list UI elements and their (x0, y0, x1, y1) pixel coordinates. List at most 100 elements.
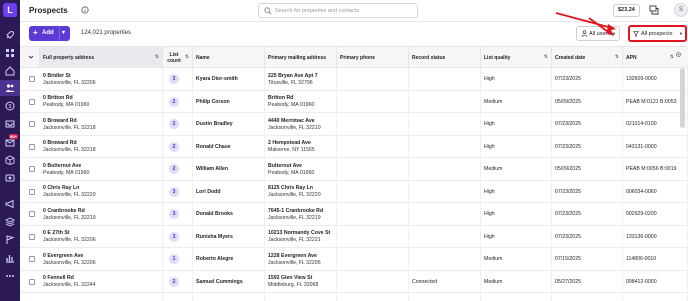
list-count-badge[interactable]: 2 (169, 276, 179, 287)
apn-text: 132609-0000 (626, 76, 657, 82)
table-row[interactable]: 0 Gillespie Ave 127 Orange Dale Ave (20, 293, 688, 301)
address-street[interactable]: 0 E 27th St (43, 230, 162, 236)
info-icon[interactable] (81, 6, 89, 14)
user-avatar[interactable]: S (674, 3, 688, 17)
grid-icon[interactable] (0, 45, 20, 61)
property-address-cell: 0 Broward Rd Jacksonville, FL 32218 (40, 135, 163, 158)
address-street[interactable]: 0 Bridler St (43, 73, 162, 79)
column-header-created-date[interactable]: Created date ⇅ (552, 47, 623, 68)
table-row[interactable]: 0 Chris Ray Ln Jacksonville, FL 32220 3 Lor… (20, 180, 688, 203)
name-text[interactable]: Ronald Chase (196, 144, 264, 150)
address-street[interactable]: 0 Broward Rd (43, 140, 162, 146)
prospects-filter-dropdown[interactable]: All prospects ▼ (628, 25, 687, 42)
list-count-badge[interactable]: 2 (169, 141, 179, 152)
table-row[interactable]: 0 E 27th St Jacksonville, FL 32206 3 Runish… (20, 225, 688, 248)
column-header-name[interactable]: Name (193, 47, 265, 68)
name-text[interactable]: Lori Dodd (196, 189, 264, 195)
sort-icon[interactable]: ⇅ (185, 54, 189, 60)
address-street[interactable]: 0 Fennell Rd (43, 275, 162, 281)
chat-icon[interactable] (649, 5, 659, 15)
chart-icon[interactable] (0, 250, 20, 266)
name-text[interactable]: Donald Brooks (196, 211, 264, 217)
column-header-mailing[interactable]: Primary mailing address (265, 47, 337, 68)
row-checkbox[interactable] (29, 278, 35, 285)
row-checkbox[interactable] (29, 98, 35, 105)
status-cell (409, 293, 481, 301)
table-row[interactable]: 0 Broward Rd Jacksonville, FL 32218 2 Ronal… (20, 135, 688, 158)
table-row[interactable]: 0 Broward Rd Jacksonville, FL 32218 2 Dusti… (20, 113, 688, 136)
column-header-record-status[interactable]: Record status (409, 47, 481, 68)
name-text[interactable]: Dustin Bradley (196, 121, 264, 127)
name-text[interactable]: Samuel Cummings (196, 279, 264, 285)
table-row[interactable]: 0 Cranbrooke Rd Jacksonville, FL 32219 3 Do… (20, 203, 688, 226)
list-count-badge[interactable]: 3 (169, 231, 179, 242)
list-count-badge[interactable]: 3 (169, 74, 179, 84)
inbox-icon[interactable] (0, 116, 20, 132)
table-row[interactable]: 0 Butternut Ave Peabody, MA 01960 2 William… (20, 158, 688, 181)
address-street[interactable]: 0 Broward Rd (43, 118, 162, 124)
table-row[interactable]: 0 Bridler St Jacksonville, FL 32206 3 Kyara… (20, 68, 688, 91)
list-count-badge[interactable]: 3 (169, 209, 179, 219)
chevron-down-icon[interactable] (28, 54, 34, 60)
row-checkbox[interactable] (29, 76, 35, 82)
chevron-down-icon[interactable]: ▾ (62, 29, 65, 36)
column-header-phone[interactable]: Primary phone (337, 47, 409, 68)
list-count-badge[interactable]: 2 (169, 96, 179, 107)
rocket-icon[interactable] (0, 27, 20, 43)
name-text[interactable]: Philip Corson (196, 99, 264, 105)
dollar-circle-icon[interactable] (0, 170, 20, 186)
box-icon[interactable] (0, 152, 20, 168)
list-count-badge[interactable]: 2 (169, 164, 179, 174)
list-count-badge[interactable]: 1 (169, 254, 179, 264)
row-checkbox[interactable] (29, 233, 35, 240)
app-logo[interactable]: L (3, 3, 17, 17)
search-input[interactable] (275, 6, 415, 16)
quality-text: Medium (484, 278, 503, 285)
row-checkbox[interactable] (29, 121, 35, 127)
address-street[interactable]: 0 Cranbrooke Rd (43, 208, 162, 214)
sort-icon[interactable]: ⇅ (155, 54, 159, 60)
name-text[interactable]: Runisha Myers (196, 234, 264, 240)
name-text[interactable]: Kyara Dior-smith (196, 76, 264, 82)
address-street[interactable]: 0 Butternut Ave (43, 163, 162, 169)
column-label: Primary phone (340, 54, 376, 61)
sort-icon[interactable]: ⇅ (544, 54, 548, 60)
name-cell: Dustin Bradley (193, 113, 265, 135)
more-icon[interactable] (0, 268, 20, 284)
created-cell: 07/23/2025 (552, 68, 623, 90)
flag-icon[interactable] (0, 232, 20, 248)
address-street[interactable]: 0 Evergreen Ave (43, 253, 162, 259)
balance-display[interactable]: $23.24 (613, 4, 640, 17)
table-row[interactable]: 0 Fennell Rd Jacksonville, FL 32244 2 Samue… (20, 270, 688, 293)
table-row[interactable]: 0 Britton Rd Peabody, MA 01960 2 Philip Cor… (20, 90, 688, 113)
mailing-city: Jacksonville, FL 32219 (268, 214, 321, 221)
name-text[interactable]: Roberto Alegre (196, 256, 264, 262)
users-filter-dropdown[interactable]: All users ▼ (576, 26, 620, 41)
column-header-list-quality[interactable]: List quality ⇅ (481, 47, 552, 68)
column-header-list-count[interactable]: List count ⇅ (163, 47, 193, 68)
row-checkbox[interactable] (29, 256, 35, 262)
row-checkbox[interactable] (29, 143, 35, 150)
stack-icon[interactable] (0, 214, 20, 230)
people-icon[interactable] (0, 80, 20, 96)
vertical-scrollbar[interactable] (680, 68, 685, 128)
column-header-address[interactable]: Full property address ⇅ (40, 47, 163, 68)
table-row[interactable]: 0 Evergreen Ave Jacksonville, FL 32206 1 Ro… (20, 248, 688, 271)
mail-icon[interactable]: 99+ (0, 134, 20, 150)
status-cell (409, 203, 481, 225)
address-street[interactable]: 0 Chris Ray Ln (43, 185, 162, 191)
sort-icon[interactable]: ⇅ (615, 54, 619, 60)
gear-icon[interactable] (675, 51, 682, 58)
dollar-icon[interactable]: $ (0, 98, 20, 114)
list-count-badge[interactable]: 2 (169, 119, 179, 129)
row-checkbox[interactable] (29, 188, 35, 195)
address-street[interactable]: 0 Britton Rd (43, 95, 162, 101)
add-button[interactable]: + Add ▾ (29, 26, 70, 41)
name-text[interactable]: William Allen (196, 166, 264, 172)
sort-icon[interactable]: ⇅ (670, 54, 674, 60)
list-count-badge[interactable]: 3 (169, 186, 179, 197)
home-icon[interactable] (0, 63, 20, 79)
row-checkbox[interactable] (29, 211, 35, 217)
megaphone-icon[interactable] (0, 196, 20, 212)
row-checkbox[interactable] (29, 166, 35, 172)
